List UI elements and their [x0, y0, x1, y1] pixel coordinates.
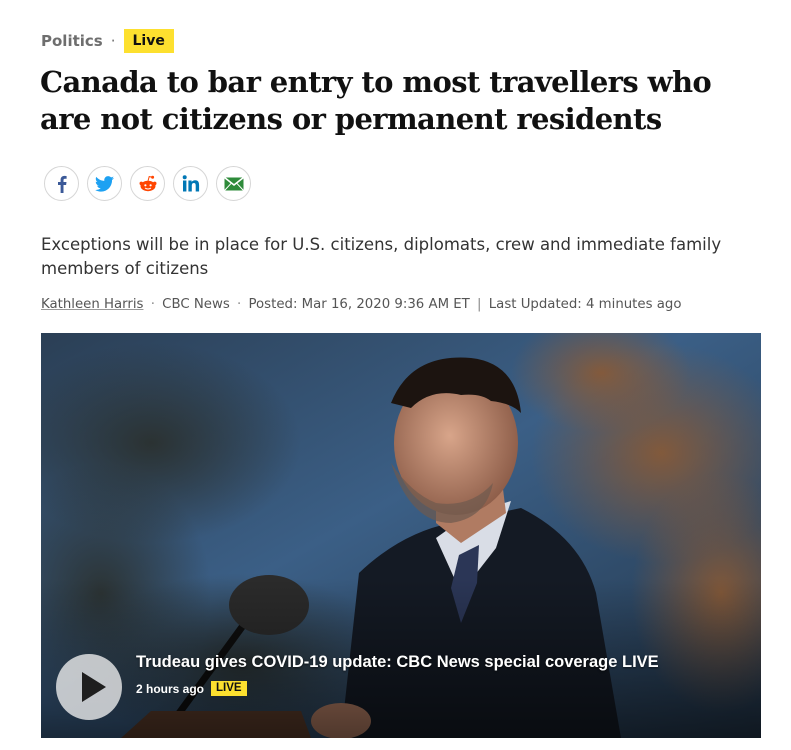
video-title[interactable]: Trudeau gives COVID-19 update: CBC News … — [136, 653, 659, 672]
linkedin-share-button[interactable] — [173, 166, 208, 201]
play-button[interactable] — [56, 654, 122, 720]
facebook-share-button[interactable] — [44, 166, 79, 201]
twitter-icon — [95, 175, 114, 192]
linkedin-icon — [182, 175, 200, 192]
facebook-icon — [54, 175, 70, 193]
video-live-badge: LIVE — [211, 681, 247, 696]
article-deck: Exceptions will be in place for U.S. cit… — [41, 235, 722, 278]
byline: Kathleen Harris · CBC News · Posted: Mar… — [41, 297, 681, 312]
kicker: Politics · Live — [41, 29, 174, 53]
live-badge: Live — [123, 29, 174, 53]
byline-dot: · — [150, 297, 155, 312]
byline-source: CBC News — [162, 297, 230, 312]
share-bar — [44, 166, 251, 201]
reddit-icon — [138, 175, 158, 193]
email-share-button[interactable] — [216, 166, 251, 201]
headline: Canada to bar entry to most travellers w… — [40, 65, 712, 136]
author-link[interactable]: Kathleen Harris — [41, 297, 143, 312]
byline-posted: Posted: Mar 16, 2020 9:36 AM ET — [248, 297, 470, 312]
section-link[interactable]: Politics — [41, 32, 103, 50]
byline-dot: · — [237, 297, 242, 312]
email-icon — [223, 176, 244, 191]
kicker-separator: · — [110, 32, 116, 50]
video-meta: 2 hours ago LIVE — [136, 681, 247, 696]
video-player[interactable]: Trudeau gives COVID-19 update: CBC News … — [41, 333, 761, 738]
article-page: Politics · Live Canada to bar entry to m… — [0, 0, 791, 750]
byline-divider: | — [477, 297, 482, 312]
twitter-share-button[interactable] — [87, 166, 122, 201]
byline-updated: Last Updated: 4 minutes ago — [488, 297, 682, 312]
reddit-share-button[interactable] — [130, 166, 165, 201]
play-icon — [82, 672, 106, 702]
video-time-ago: 2 hours ago — [136, 681, 205, 696]
